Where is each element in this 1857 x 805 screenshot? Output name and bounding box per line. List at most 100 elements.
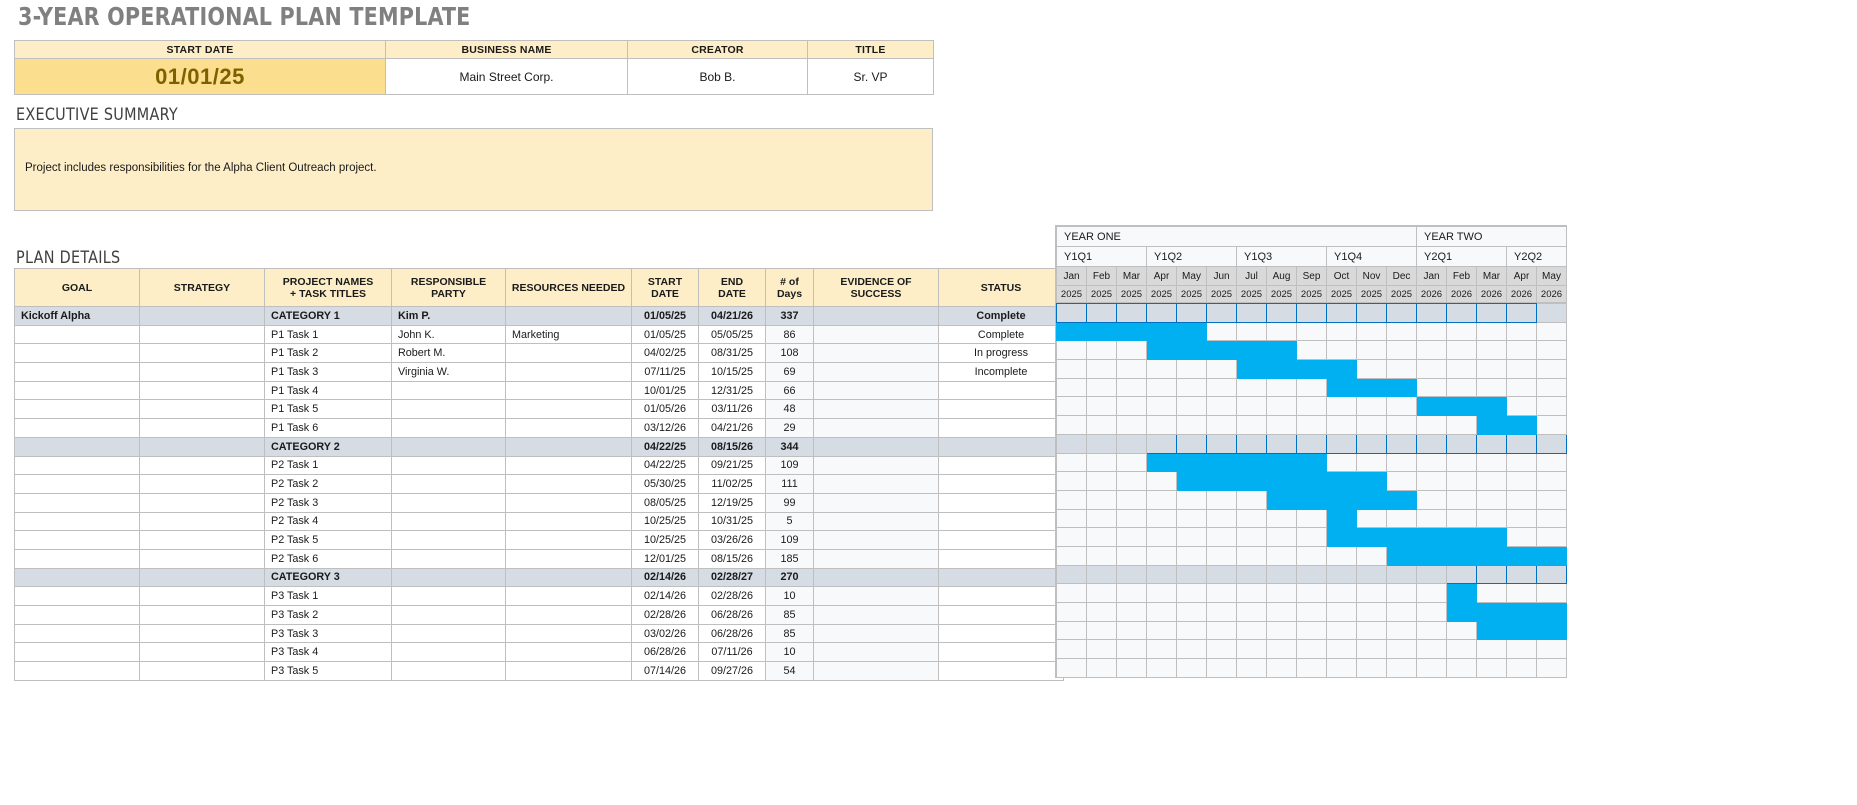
- cell-strategy[interactable]: [140, 493, 265, 512]
- cell-evidence[interactable]: [814, 531, 939, 550]
- cell-party[interactable]: [392, 662, 506, 681]
- cell-start[interactable]: 02/14/26: [632, 568, 699, 587]
- cell-goal[interactable]: [15, 381, 140, 400]
- cell-days[interactable]: 29: [766, 419, 814, 438]
- cell-party[interactable]: [392, 400, 506, 419]
- info-value-start-date[interactable]: 01/01/25: [15, 59, 386, 95]
- cell-strategy[interactable]: [140, 456, 265, 475]
- cell-days[interactable]: 337: [766, 307, 814, 326]
- cell-end[interactable]: 02/28/27: [699, 568, 766, 587]
- cell-resources[interactable]: [506, 307, 632, 326]
- cell-resources[interactable]: [506, 400, 632, 419]
- cell-strategy[interactable]: [140, 419, 265, 438]
- cell-days[interactable]: 48: [766, 400, 814, 419]
- cell-evidence[interactable]: [814, 381, 939, 400]
- cell-days[interactable]: 109: [766, 456, 814, 475]
- cell-project[interactable]: P3 Task 2: [265, 606, 392, 625]
- cell-project[interactable]: P1 Task 4: [265, 381, 392, 400]
- cell-start[interactable]: 08/05/25: [632, 493, 699, 512]
- cell-project[interactable]: P3 Task 5: [265, 662, 392, 681]
- cell-strategy[interactable]: [140, 549, 265, 568]
- cell-days[interactable]: 108: [766, 344, 814, 363]
- cell-project[interactable]: CATEGORY 2: [265, 437, 392, 456]
- cell-resources[interactable]: [506, 419, 632, 438]
- cell-days[interactable]: 99: [766, 493, 814, 512]
- cell-strategy[interactable]: [140, 325, 265, 344]
- cell-strategy[interactable]: [140, 475, 265, 494]
- info-value-creator[interactable]: Bob B.: [628, 59, 808, 95]
- cell-party[interactable]: [392, 531, 506, 550]
- cell-goal[interactable]: [15, 493, 140, 512]
- table-row[interactable]: P1 Task 4 10/01/2512/31/2566: [15, 381, 1064, 400]
- cell-party[interactable]: [392, 624, 506, 643]
- category-row[interactable]: CATEGORY 2 04/22/2508/15/26344: [15, 437, 1064, 456]
- cell-goal[interactable]: [15, 325, 140, 344]
- cell-start[interactable]: 04/22/25: [632, 437, 699, 456]
- cell-evidence[interactable]: [814, 643, 939, 662]
- cell-start[interactable]: 03/12/26: [632, 419, 699, 438]
- cell-end[interactable]: 12/31/25: [699, 381, 766, 400]
- cell-start[interactable]: 10/01/25: [632, 381, 699, 400]
- cell-goal[interactable]: [15, 549, 140, 568]
- table-row[interactable]: P2 Task 205/30/2511/02/25111: [15, 475, 1064, 494]
- info-value-business-name[interactable]: Main Street Corp.: [386, 59, 628, 95]
- cell-resources[interactable]: [506, 606, 632, 625]
- cell-evidence[interactable]: [814, 662, 939, 681]
- cell-days[interactable]: 66: [766, 381, 814, 400]
- cell-strategy[interactable]: [140, 606, 265, 625]
- cell-goal[interactable]: [15, 437, 140, 456]
- cell-goal[interactable]: [15, 400, 140, 419]
- cell-evidence[interactable]: [814, 363, 939, 382]
- cell-project[interactable]: P1 Task 1: [265, 325, 392, 344]
- cell-party[interactable]: [392, 606, 506, 625]
- cell-start[interactable]: 04/22/25: [632, 456, 699, 475]
- cell-days[interactable]: 185: [766, 549, 814, 568]
- cell-start[interactable]: 03/02/26: [632, 624, 699, 643]
- cell-resources[interactable]: [506, 381, 632, 400]
- cell-resources[interactable]: [506, 456, 632, 475]
- cell-strategy[interactable]: [140, 643, 265, 662]
- cell-party[interactable]: [392, 381, 506, 400]
- cell-end[interactable]: 05/05/25: [699, 325, 766, 344]
- cell-start[interactable]: 01/05/26: [632, 400, 699, 419]
- cell-end[interactable]: 09/21/25: [699, 456, 766, 475]
- table-row[interactable]: P1 Task 1John K.Marketing01/05/2505/05/2…: [15, 325, 1064, 344]
- cell-goal[interactable]: [15, 531, 140, 550]
- cell-goal[interactable]: [15, 587, 140, 606]
- cell-resources[interactable]: [506, 493, 632, 512]
- cell-resources[interactable]: [506, 363, 632, 382]
- cell-evidence[interactable]: [814, 568, 939, 587]
- cell-end[interactable]: 08/15/26: [699, 437, 766, 456]
- cell-evidence[interactable]: [814, 400, 939, 419]
- cell-evidence[interactable]: [814, 456, 939, 475]
- table-row[interactable]: P3 Task 303/02/2606/28/2685: [15, 624, 1064, 643]
- cell-project[interactable]: CATEGORY 1: [265, 307, 392, 326]
- cell-days[interactable]: 344: [766, 437, 814, 456]
- cell-days[interactable]: 109: [766, 531, 814, 550]
- cell-resources[interactable]: Marketing: [506, 325, 632, 344]
- category-row[interactable]: Kickoff AlphaCATEGORY 1Kim P.01/05/2504/…: [15, 307, 1064, 326]
- cell-start[interactable]: 10/25/25: [632, 531, 699, 550]
- cell-project[interactable]: P3 Task 4: [265, 643, 392, 662]
- cell-goal[interactable]: Kickoff Alpha: [15, 307, 140, 326]
- cell-strategy[interactable]: [140, 624, 265, 643]
- cell-status[interactable]: [939, 549, 1064, 568]
- cell-status[interactable]: Complete: [939, 325, 1064, 344]
- table-row[interactable]: P3 Task 102/14/2602/28/2610: [15, 587, 1064, 606]
- cell-goal[interactable]: [15, 456, 140, 475]
- cell-project[interactable]: P2 Task 4: [265, 512, 392, 531]
- table-row[interactable]: P2 Task 308/05/2512/19/2599: [15, 493, 1064, 512]
- cell-days[interactable]: 5: [766, 512, 814, 531]
- cell-resources[interactable]: [506, 568, 632, 587]
- cell-days[interactable]: 85: [766, 624, 814, 643]
- cell-start[interactable]: 05/30/25: [632, 475, 699, 494]
- cell-status[interactable]: In progress: [939, 344, 1064, 363]
- cell-project[interactable]: P1 Task 6: [265, 419, 392, 438]
- cell-end[interactable]: 12/19/25: [699, 493, 766, 512]
- cell-resources[interactable]: [506, 549, 632, 568]
- cell-resources[interactable]: [506, 624, 632, 643]
- cell-party[interactable]: Kim P.: [392, 307, 506, 326]
- cell-goal[interactable]: [15, 662, 140, 681]
- cell-project[interactable]: P1 Task 3: [265, 363, 392, 382]
- table-row[interactable]: P1 Task 603/12/2604/21/2629: [15, 419, 1064, 438]
